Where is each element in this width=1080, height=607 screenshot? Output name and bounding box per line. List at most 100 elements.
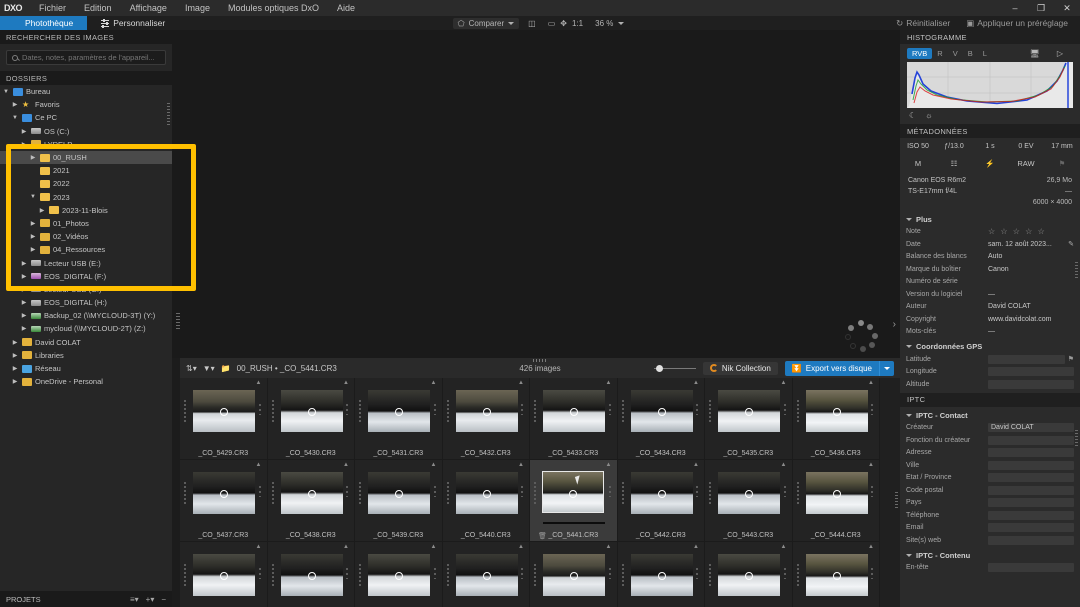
gps-field-input[interactable] [988, 379, 1074, 389]
menu-affichage[interactable]: Affichage [121, 0, 176, 16]
iptc-contact-field-input[interactable] [988, 485, 1074, 495]
folder-tree-item[interactable]: ▶ OS (C:) [0, 125, 172, 138]
thumbnail-cell[interactable]: ▲🗑_CO_5436.CR3 [792, 378, 880, 460]
folder-tree-item[interactable]: ▼ Ce PC [0, 111, 172, 124]
chevron-right-icon[interactable]: ▶ [20, 273, 28, 280]
auto-correction-icon[interactable]: ▲ [692, 379, 700, 387]
thumbnail-rating-dots[interactable] [446, 400, 449, 422]
close-button[interactable]: ✕ [1054, 0, 1080, 16]
chevron-right-icon[interactable]: ▶ [29, 154, 37, 161]
chevron-right-icon[interactable]: ▶ [38, 207, 46, 214]
auto-correction-icon[interactable]: ▲ [255, 461, 263, 469]
folder-tree-item[interactable]: ▶ David COLAT [0, 336, 172, 349]
folder-tree-item[interactable]: ▶ 00_RUSH [0, 150, 172, 165]
tab-personnaliser[interactable]: Personnaliser [87, 16, 179, 30]
auto-correction-icon[interactable]: ▲ [342, 543, 350, 551]
apply-preset-button[interactable]: ▣ Appliquer un préréglage [958, 16, 1076, 30]
thumbnail-cell[interactable]: ▲🗑_CO_5442.CR3 [617, 460, 705, 542]
thumbnail-rating-dots[interactable] [184, 482, 186, 504]
export-dropdown-button[interactable] [879, 360, 894, 376]
auto-correction-icon[interactable]: ▲ [342, 379, 350, 387]
clipping-icon[interactable]: ▷ [1052, 48, 1068, 59]
folder-tree-item[interactable]: ▼ 2023 [0, 191, 172, 204]
folder-tree-item[interactable]: ▶ OneDrive - Personal [0, 375, 172, 388]
menu-edition[interactable]: Edition [75, 0, 121, 16]
histogram-channel-v[interactable]: V [948, 48, 963, 59]
chevron-right-icon[interactable]: ▶ [29, 233, 37, 240]
thumbnail-flag-dots[interactable] [783, 486, 786, 497]
thumbnail-image[interactable] [630, 554, 693, 596]
thumbnail-cell[interactable]: ▲🗑_CO_5434.CR3 [617, 378, 705, 460]
menu-image[interactable]: Image [176, 0, 219, 16]
thumbnail-cell[interactable]: ▲🗑_CO_5432.CR3 [442, 378, 530, 460]
thumbnail-cell[interactable]: ▲🗑 [792, 542, 880, 607]
thumbnail-rating-dots[interactable] [796, 482, 799, 504]
highlights-icon[interactable]: ☼ [925, 111, 932, 120]
thumbnail-image[interactable] [718, 554, 780, 596]
thumbnail-image[interactable] [455, 554, 518, 596]
thumbnail-image[interactable] [718, 390, 780, 432]
minimize-button[interactable]: – [1002, 0, 1028, 16]
monitor-icon[interactable]: 🖥 [1025, 48, 1045, 59]
thumbnail-image[interactable] [368, 472, 430, 514]
chevron-right-icon[interactable]: ▶ [20, 325, 28, 332]
thumbnail-image[interactable] [455, 472, 518, 514]
chevron-right-icon[interactable]: ▶ [20, 312, 28, 319]
thumbnail-image[interactable] [193, 554, 255, 596]
iptc-contact-field-input[interactable] [988, 435, 1074, 445]
thumbnail-image[interactable] [805, 472, 868, 514]
thumbnail-cell[interactable]: ▲🗑_CO_5429.CR3 [180, 378, 268, 460]
auto-correction-icon[interactable]: ▲ [780, 461, 788, 469]
iptc-contact-field-input[interactable] [988, 510, 1074, 520]
metadata-field-value[interactable]: ☆ ☆ ☆ ☆ ☆ [988, 227, 1046, 236]
thumbnail-cell[interactable]: ▲ 🗑 _CO_5441.CR3 [530, 460, 618, 542]
gps-field-input[interactable] [988, 354, 1065, 364]
auto-correction-icon[interactable]: ▲ [430, 543, 438, 551]
thumbnail-image[interactable] [368, 390, 430, 432]
thumbnail-image[interactable] [542, 471, 604, 513]
thumbnail-cell[interactable]: ▲🗑 [617, 542, 705, 607]
thumbnail-cell[interactable]: ▲🗑_CO_5440.CR3 [442, 460, 530, 542]
iptc-contact-header[interactable]: IPTC - Contact [900, 407, 1080, 422]
thumbnail-flag-dots[interactable] [696, 486, 698, 497]
chevron-right-icon[interactable]: ▶ [20, 299, 28, 306]
gps-group-header[interactable]: Coordonnées GPS [900, 338, 1080, 353]
thumbnail-cell[interactable]: ▲🗑_CO_5437.CR3 [180, 460, 268, 542]
thumbnail-flag-dots[interactable] [346, 568, 348, 579]
thumbnail-cell[interactable]: ▲🗑_CO_5444.CR3 [792, 460, 880, 542]
tab-photothèque[interactable]: Photothèque [0, 16, 88, 30]
thumbnail-rating-dots[interactable] [709, 482, 711, 504]
auto-correction-icon[interactable]: ▲ [867, 461, 875, 469]
auto-correction-icon[interactable]: ▲ [605, 461, 613, 469]
thumbnail-rating-dots[interactable] [621, 400, 624, 422]
auto-correction-icon[interactable]: ▲ [605, 543, 613, 551]
folder-tree-scroll[interactable]: ▼ Bureau ▶ ★ Favoris ▼ Ce PC ▶ OS (C:) ▶ LYDELP ▶ 00… [0, 85, 172, 391]
thumbnail-cell[interactable]: ▲🗑_CO_5435.CR3 [705, 378, 793, 460]
chevron-right-icon[interactable]: ▶ [11, 101, 19, 108]
histogram-channel-r[interactable]: R [932, 48, 947, 59]
iptc-contact-field-input[interactable] [988, 473, 1074, 483]
thumbnail-cell[interactable]: ▲🗑 [705, 542, 793, 607]
chevron-right-icon[interactable]: ▶ [29, 220, 37, 227]
chevron-right-icon[interactable]: ▶ [11, 339, 19, 346]
folder-tree-item[interactable]: ▶ 01_Photos [0, 217, 172, 230]
iptc-contact-field-input[interactable] [988, 523, 1074, 533]
menu-fichier[interactable]: Fichier [30, 0, 75, 16]
restore-button[interactable]: ❐ [1028, 0, 1054, 16]
thumbnail-image[interactable] [718, 472, 780, 514]
thumbnail-image[interactable] [630, 390, 693, 432]
thumbnail-rating-dots[interactable] [359, 400, 361, 422]
auto-correction-icon[interactable]: ▲ [342, 461, 350, 469]
thumbnail-image[interactable] [805, 554, 868, 596]
auto-correction-icon[interactable]: ▲ [867, 543, 875, 551]
next-image-arrow-icon[interactable]: › [893, 319, 896, 330]
thumbnail-image[interactable] [543, 390, 605, 432]
auto-correction-icon[interactable]: ▲ [517, 543, 525, 551]
thumbnail-rating-dots[interactable] [359, 564, 361, 586]
histogram-channel-l[interactable]: L [978, 48, 992, 59]
thumbnail-rating-dots[interactable] [796, 400, 799, 422]
image-viewer[interactable]: › [172, 30, 900, 358]
auto-correction-icon[interactable]: ▲ [780, 543, 788, 551]
histogram-channel-rvb[interactable]: RVB [907, 48, 933, 59]
menu-aide[interactable]: Aide [328, 0, 364, 16]
